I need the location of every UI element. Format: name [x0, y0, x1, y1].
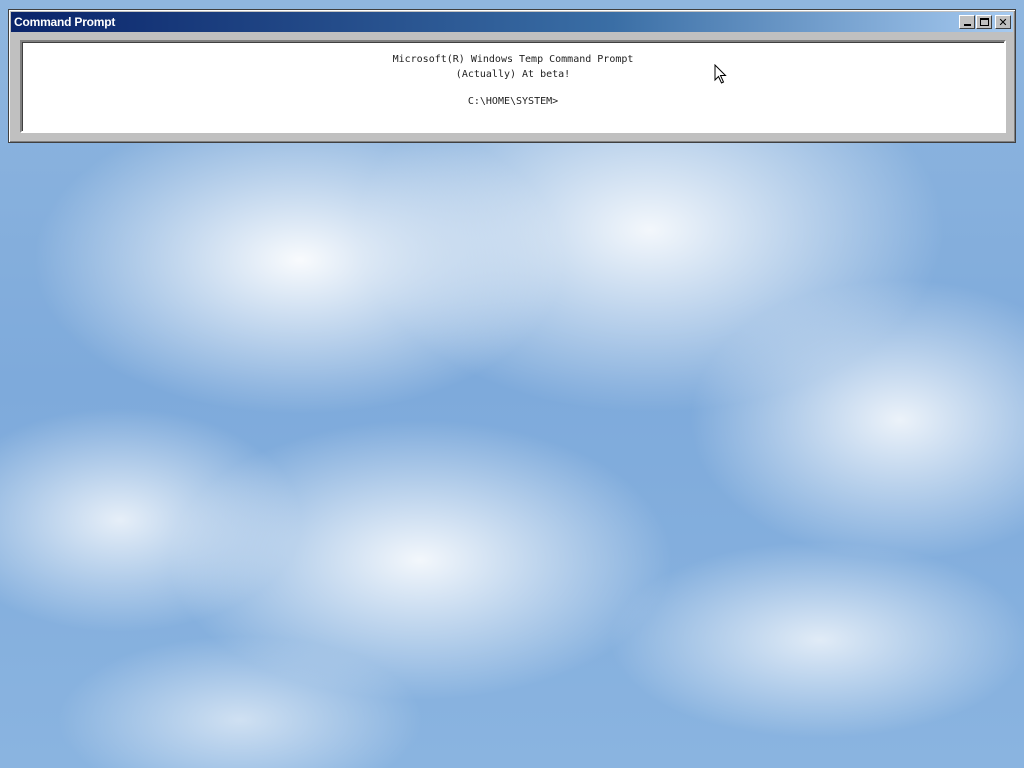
- minimize-icon: [963, 24, 971, 26]
- window-title: Command Prompt: [14, 15, 116, 29]
- maximize-icon: [979, 18, 989, 26]
- console-line: Microsoft(R) Windows Temp Command Prompt: [392, 54, 634, 65]
- maximize-button[interactable]: [976, 15, 992, 29]
- minimize-button[interactable]: [959, 15, 975, 29]
- window-controls: ✕: [958, 15, 1011, 29]
- close-button[interactable]: ✕: [995, 15, 1011, 29]
- console-line: (Actually) At beta!: [455, 69, 571, 80]
- close-icon: ✕: [998, 15, 1008, 29]
- desktop-background: Command Prompt ✕ Microsoft(R) Windows Te…: [0, 0, 1024, 768]
- command-prompt-window: Command Prompt ✕ Microsoft(R) Windows Te…: [8, 9, 1016, 143]
- mouse-pointer-icon: [714, 64, 727, 84]
- console-output[interactable]: Microsoft(R) Windows Temp Command Prompt…: [20, 40, 1006, 133]
- command-prompt-line[interactable]: C:\HOME\SYSTEM>: [22, 96, 1004, 107]
- title-bar[interactable]: Command Prompt ✕: [11, 12, 1013, 32]
